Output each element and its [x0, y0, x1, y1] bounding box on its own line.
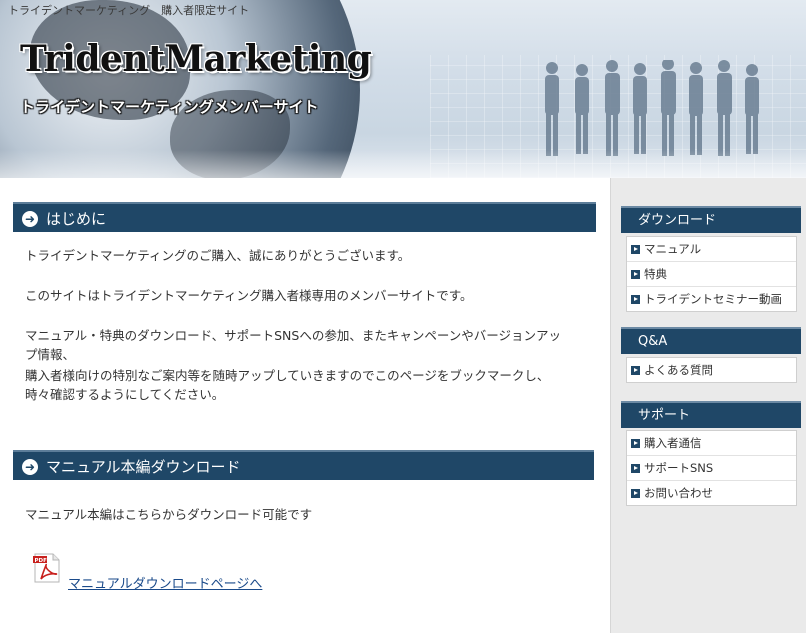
pdf-icon[interactable]: PDF	[33, 553, 61, 583]
bullet-arrow-icon	[631, 464, 640, 473]
sidebar-item-label: よくある質問	[644, 363, 713, 377]
bullet-arrow-icon	[631, 366, 640, 375]
sidebar-menu-support: 購入者通信 サポートSNS お問い合わせ	[626, 430, 797, 506]
sidebar-item-label: トライデントセミナー動画	[644, 292, 782, 306]
sidebar-item-label: サポートSNS	[644, 461, 714, 475]
business-people-silhouettes	[545, 60, 759, 156]
section-heading-intro: ➜ はじめに	[13, 202, 596, 232]
main-content: ➜ はじめに トライデントマーケティングのご購入、誠にありがとうございます。 こ…	[0, 178, 610, 633]
intro-paragraph: マニュアル・特典のダウンロード、サポートSNSへの参加、またキャンペーンやバージ…	[25, 328, 561, 343]
section-heading-label: マニュアル本編ダウンロード	[46, 458, 241, 476]
bullet-arrow-icon	[631, 295, 640, 304]
sidebar-heading-qa: Q&A	[621, 327, 801, 354]
sidebar-heading-support: サポート	[621, 401, 801, 428]
site-header: トライデントマーケティング 購入者限定サイト TridentMarketing …	[0, 0, 806, 178]
sidebar-heading-download: ダウンロード	[621, 206, 801, 233]
sidebar-item-manual[interactable]: マニュアル	[627, 237, 796, 262]
sidebar: ダウンロード マニュアル 特典 トライデントセミナー動画 Q&A よくある質問 …	[610, 178, 806, 633]
sidebar-item-label: お問い合わせ	[644, 486, 713, 500]
sidebar-menu-download: マニュアル 特典 トライデントセミナー動画	[626, 236, 797, 312]
bullet-arrow-icon	[631, 270, 640, 279]
sidebar-item-label: 特典	[644, 267, 667, 281]
sidebar-heading-label: サポート	[638, 408, 691, 423]
pdf-badge-label: PDF	[35, 558, 48, 564]
sidebar-item-label: 購入者通信	[644, 436, 702, 450]
manual-download-link[interactable]: マニュアルダウンロードページへ	[68, 573, 262, 592]
intro-paragraph: トライデントマーケティングのご購入、誠にありがとうございます。	[25, 248, 411, 263]
sidebar-item-contact[interactable]: お問い合わせ	[627, 481, 796, 505]
sidebar-item-support-sns[interactable]: サポートSNS	[627, 456, 796, 481]
section-heading-manual: ➜ マニュアル本編ダウンロード	[13, 450, 594, 480]
sidebar-item-newsletter[interactable]: 購入者通信	[627, 431, 796, 456]
site-subtitle: トライデントマーケティングメンバーサイト	[20, 98, 319, 116]
intro-paragraph: 購入者様向けの特別なご案内等を随時アップしていきますのでこのページをブックマーク…	[25, 368, 550, 383]
sidebar-item-label: マニュアル	[644, 242, 702, 256]
header-tagline: トライデントマーケティング 購入者限定サイト	[8, 4, 250, 17]
arrow-right-circle-icon: ➜	[22, 211, 38, 227]
header-floor-fade	[0, 150, 806, 178]
site-logo[interactable]: TridentMarketing	[20, 38, 372, 80]
section-heading-label: はじめに	[46, 210, 107, 228]
sidebar-heading-label: Q&A	[638, 334, 668, 349]
bullet-arrow-icon	[631, 245, 640, 254]
intro-paragraph: このサイトはトライデントマーケティング購入者様専用のメンバーサイトです。	[25, 288, 473, 303]
intro-paragraph: 時々確認するようにしてください。	[25, 387, 225, 402]
sidebar-heading-label: ダウンロード	[638, 213, 717, 228]
sidebar-menu-qa: よくある質問	[626, 357, 797, 383]
bullet-arrow-icon	[631, 489, 640, 498]
intro-paragraph: プ情報、	[25, 347, 76, 362]
arrow-right-circle-icon: ➜	[22, 459, 38, 475]
sidebar-item-seminar-video[interactable]: トライデントセミナー動画	[627, 287, 796, 311]
bullet-arrow-icon	[631, 439, 640, 448]
sidebar-item-faq[interactable]: よくある質問	[627, 358, 796, 382]
manual-description: マニュアル本編はこちらからダウンロード可能です	[25, 507, 313, 522]
sidebar-item-bonus[interactable]: 特典	[627, 262, 796, 287]
